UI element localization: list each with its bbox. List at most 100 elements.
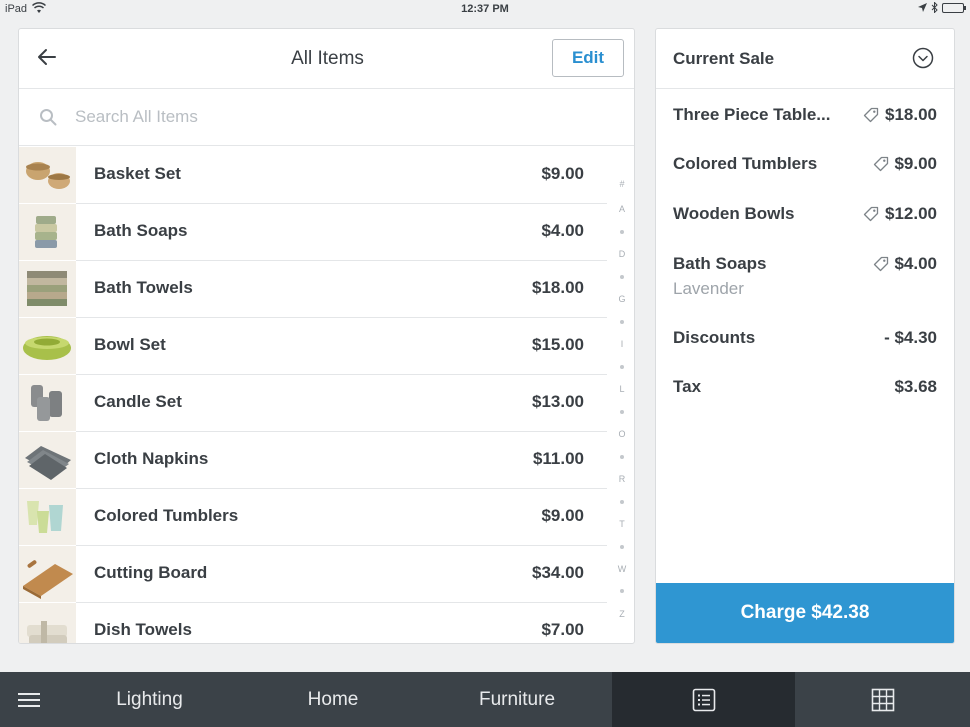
index-letter[interactable]: L [619, 384, 624, 394]
line-label: Discounts [673, 328, 756, 347]
line-variant: Lavender [673, 279, 744, 298]
line-amount: $3.68 [894, 377, 937, 396]
index-letter[interactable]: G [618, 294, 625, 304]
item-thumbnail [19, 318, 76, 374]
sale-line-item[interactable]: Colored Tumblers $9.00 [673, 154, 937, 176]
item-name: Bath Soaps [94, 221, 188, 240]
items-header: All Items Edit [19, 29, 634, 89]
index-letter[interactable]: Z [619, 609, 625, 619]
index-letter[interactable]: O [618, 429, 625, 439]
tab-furniture[interactable]: Furniture [425, 672, 609, 727]
item-price: $11.00 [532, 449, 584, 468]
sale-header: Current Sale [656, 29, 954, 89]
index-letter[interactable]: W [618, 564, 627, 574]
page-title: All Items [291, 48, 364, 69]
index-letter[interactable]: T [619, 519, 625, 529]
item-name: Dish Towels [94, 620, 192, 639]
index-dot [620, 364, 624, 369]
grid-view-button[interactable] [795, 672, 970, 727]
index-letter[interactable]: # [619, 179, 624, 189]
item-name: Bowl Set [94, 335, 166, 354]
tax-line[interactable]: Tax $3.68 [673, 377, 937, 399]
search-input[interactable] [75, 103, 595, 131]
index-dot [620, 409, 624, 414]
item-name: Basket Set [94, 164, 181, 183]
items-panel: All Items Edit Basket Set $9.00 Bath Soa… [18, 28, 635, 644]
item-thumbnail [19, 546, 76, 602]
search-icon [39, 108, 57, 126]
tab-home[interactable]: Home [241, 672, 425, 727]
item-price: $15.00 [532, 335, 584, 354]
index-dot [620, 499, 624, 504]
sale-line-item[interactable]: Three Piece Table... $18.00 [673, 105, 937, 127]
index-letter[interactable]: A [619, 204, 625, 214]
items-list: Basket Set $9.00 Bath Soaps $4.00 Bath T… [19, 147, 607, 643]
index-letter[interactable]: D [619, 249, 626, 259]
item-price: $34.00 [532, 563, 584, 582]
charge-button[interactable]: Charge $42.38 [656, 583, 954, 643]
discount-tag-icon [873, 256, 889, 272]
battery-icon [942, 2, 966, 13]
list-item[interactable]: Cutting Board $34.00 [19, 546, 607, 603]
index-letter[interactable]: R [619, 474, 626, 484]
status-bar: iPad 12:37 PM [0, 0, 970, 20]
item-price: $18.00 [532, 278, 584, 297]
item-thumbnail [19, 261, 76, 317]
index-dot [620, 454, 624, 459]
index-dot [620, 589, 624, 594]
sale-title: Current Sale [673, 49, 775, 68]
line-label: Three Piece Table... [673, 105, 831, 124]
item-name: Cloth Napkins [94, 449, 209, 468]
index-dot [620, 229, 624, 234]
line-amount: $12.00 [885, 204, 937, 223]
line-amount: - $4.30 [884, 328, 937, 347]
item-thumbnail [19, 432, 76, 488]
location-icon [918, 3, 927, 12]
search-bar [19, 89, 634, 146]
alphabet-index[interactable]: # A D G I L O R T W Z [614, 179, 630, 619]
status-right [918, 2, 966, 13]
item-name: Bath Towels [94, 278, 193, 297]
menu-icon[interactable] [0, 672, 58, 727]
item-name: Colored Tumblers [94, 506, 239, 525]
item-thumbnail [19, 603, 76, 643]
list-item[interactable]: Colored Tumblers $9.00 [19, 489, 607, 546]
item-thumbnail [19, 375, 76, 431]
list-item[interactable]: Candle Set $13.00 [19, 375, 607, 432]
line-amount: $9.00 [894, 154, 937, 173]
current-sale-panel: Current Sale Three Piece Table... $18.00… [655, 28, 955, 644]
list-view-button[interactable] [612, 672, 795, 727]
list-item[interactable]: Bath Towels $18.00 [19, 261, 607, 318]
list-item[interactable]: Cloth Napkins $11.00 [19, 432, 607, 489]
tab-lighting[interactable]: Lighting [58, 672, 241, 727]
line-label: Wooden Bowls [673, 204, 795, 223]
discount-tag-icon [873, 156, 889, 172]
item-price: $13.00 [532, 392, 584, 411]
list-item[interactable]: Dish Towels $7.00 [19, 603, 607, 643]
index-letter[interactable]: I [621, 339, 624, 349]
sale-line-item[interactable]: Bath Soaps $4.00 Lavender [673, 254, 937, 302]
item-thumbnail [19, 204, 76, 260]
list-item[interactable]: Bath Soaps $4.00 [19, 204, 607, 261]
index-dot [620, 274, 624, 279]
edit-button[interactable]: Edit [552, 39, 624, 77]
item-price: $4.00 [541, 221, 584, 240]
status-time: 12:37 PM [461, 3, 509, 15]
bottom-category-bar: Lighting Home Furniture [0, 672, 970, 727]
item-name: Candle Set [94, 392, 182, 411]
discount-tag-icon [863, 206, 879, 222]
discounts-line[interactable]: Discounts - $4.30 [673, 328, 937, 350]
sale-line-item[interactable]: Wooden Bowls $12.00 [673, 204, 937, 226]
item-thumbnail [19, 147, 76, 203]
index-dot [620, 544, 624, 549]
line-amount: $18.00 [885, 105, 937, 124]
chevron-down-icon[interactable] [912, 47, 934, 69]
item-price: $9.00 [541, 164, 584, 183]
grid-view-icon [871, 688, 894, 711]
item-thumbnail [19, 489, 76, 545]
list-item[interactable]: Bowl Set $15.00 [19, 318, 607, 375]
discount-tag-icon [863, 107, 879, 123]
list-item[interactable]: Basket Set $9.00 [19, 147, 607, 204]
index-dot [620, 319, 624, 324]
line-label: Tax [673, 377, 702, 396]
